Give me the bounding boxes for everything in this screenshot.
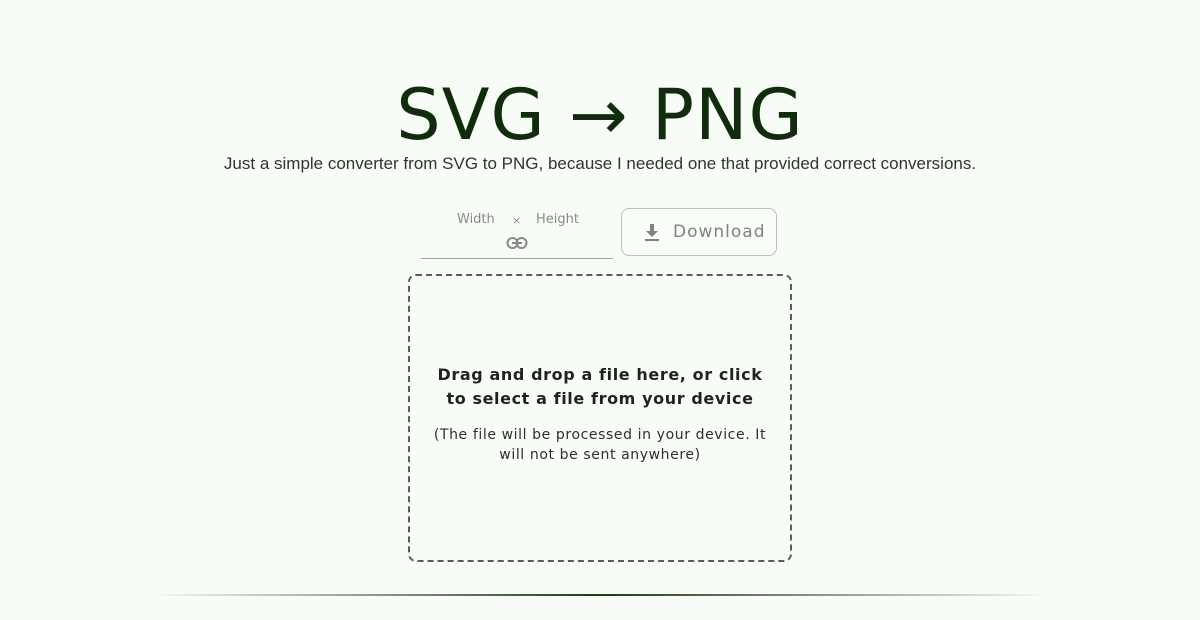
dropzone-instructions: Drag and drop a file here, or click to s… xyxy=(437,365,763,408)
download-button-label: Download xyxy=(673,222,766,242)
page: SVG → PNG Just a simple converter from S… xyxy=(0,0,1200,620)
height-input[interactable]: Height xyxy=(536,212,579,228)
download-button[interactable]: Download xyxy=(621,208,777,256)
page-title: SVG → PNG xyxy=(396,73,804,156)
download-icon xyxy=(645,224,659,241)
dropzone-privacy-note: (The file will be processed in your devi… xyxy=(433,427,767,463)
link-icon[interactable] xyxy=(506,236,528,250)
file-dropzone[interactable]: Drag and drop a file here, or click to s… xyxy=(408,274,792,562)
width-input[interactable]: Width xyxy=(457,212,495,228)
times-symbol: × xyxy=(512,214,522,227)
size-control: Width × Height xyxy=(421,208,613,259)
footer-divider xyxy=(150,594,1050,596)
page-subtitle: Just a simple converter from SVG to PNG,… xyxy=(223,154,977,173)
